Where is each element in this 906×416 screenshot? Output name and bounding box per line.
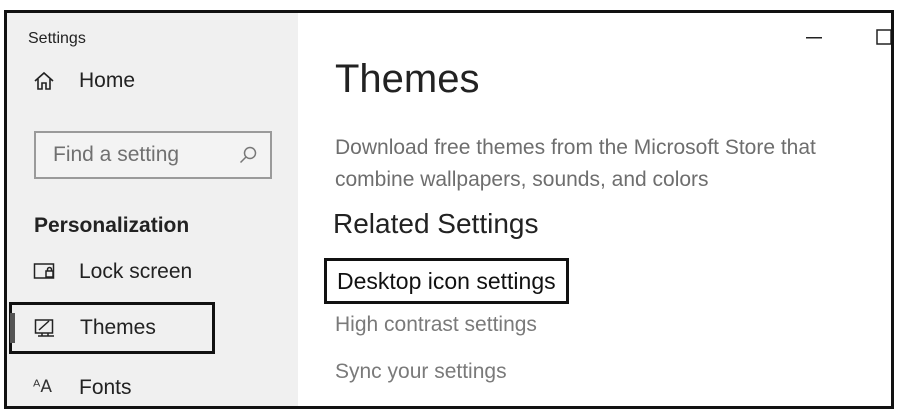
main-content: Themes Download free themes from the Mic… (298, 13, 891, 406)
sidebar: Settings Home Personalization (7, 13, 298, 406)
lock-screen-icon (33, 261, 57, 283)
desktop-icon-settings-link[interactable]: Desktop icon settings (324, 258, 569, 304)
search-icon[interactable] (238, 145, 258, 165)
fonts-icon: ᴬA (33, 377, 52, 397)
page-description: Download free themes from the Microsoft … (335, 136, 816, 191)
sidebar-item-fonts[interactable]: ᴬA Fonts (7, 366, 298, 406)
minimize-icon (806, 37, 822, 39)
app-title: Settings (28, 30, 86, 47)
sidebar-item-label: Lock screen (79, 260, 193, 283)
selected-indicator (10, 313, 15, 343)
sidebar-item-label: Fonts (79, 376, 132, 399)
maximize-icon (876, 29, 891, 45)
high-contrast-settings-link[interactable]: High contrast settings (335, 313, 537, 337)
minimize-button[interactable] (803, 28, 825, 48)
sidebar-item-label: Themes (80, 316, 156, 339)
settings-window: Settings Home Personalization (4, 10, 894, 409)
maximize-button[interactable] (876, 29, 891, 45)
search-input[interactable] (51, 142, 238, 168)
home-label: Home (79, 69, 136, 92)
related-settings-heading: Related Settings (333, 208, 539, 239)
sidebar-home[interactable]: Home (33, 69, 135, 93)
section-title: Personalization (34, 214, 190, 237)
page-title: Themes (335, 57, 480, 101)
search-box[interactable] (34, 131, 272, 179)
sync-settings-link[interactable]: Sync your settings (335, 360, 507, 384)
sidebar-item-themes[interactable]: Themes (9, 302, 215, 354)
home-icon (33, 70, 55, 92)
themes-icon (34, 317, 58, 339)
sidebar-item-lock-screen[interactable]: Lock screen (7, 250, 298, 294)
